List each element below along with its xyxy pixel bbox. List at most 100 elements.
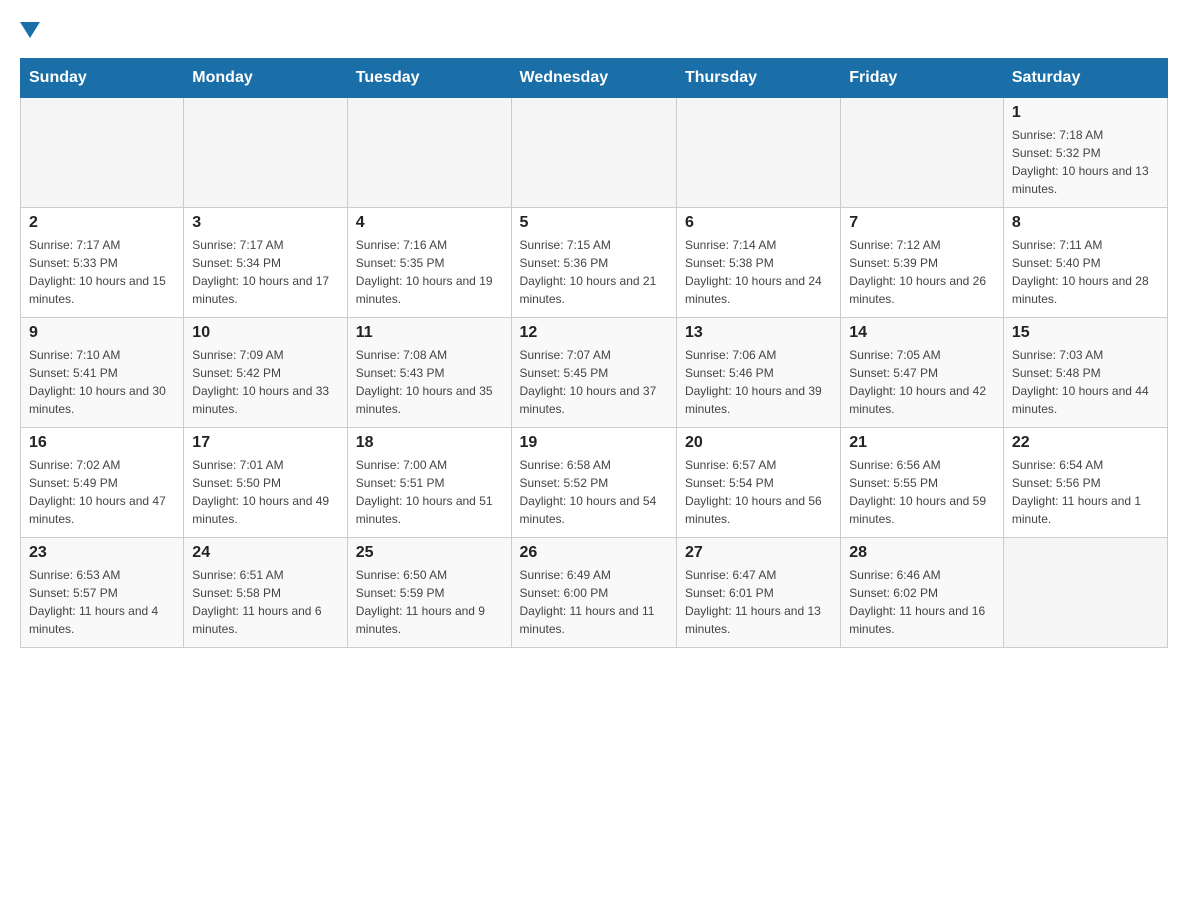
logo <box>20 20 40 38</box>
calendar-cell: 25 Sunrise: 6:50 AM Sunset: 5:59 PM Dayli… <box>347 538 511 648</box>
day-info: Sunrise: 7:15 AM Sunset: 5:36 PM Dayligh… <box>520 236 668 308</box>
day-info: Sunrise: 6:54 AM Sunset: 5:56 PM Dayligh… <box>1012 456 1159 528</box>
calendar-cell: 7Sunrise: 7:12 AM Sunset: 5:39 PM Daylig… <box>841 208 1004 318</box>
day-number: 7 <box>849 214 995 232</box>
calendar-cell: 2 Sunrise: 7:17 AM Sunset: 5:33 PM Daylig… <box>21 208 184 318</box>
day-number: 25 <box>356 544 503 562</box>
calendar-header-row: SundayMondayTuesdayWednesdayThursdayFrid… <box>21 59 1168 98</box>
day-of-week-header: Wednesday <box>511 59 676 98</box>
day-info: Sunrise: 7:02 AM Sunset: 5:49 PM Dayligh… <box>29 456 175 528</box>
day-of-week-header: Sunday <box>21 59 184 98</box>
day-info: Sunrise: 6:47 AM Sunset: 6:01 PM Dayligh… <box>685 566 832 638</box>
day-number: 11 <box>356 324 503 342</box>
day-number: 20 <box>685 434 832 452</box>
day-info: Sunrise: 7:01 AM Sunset: 5:50 PM Dayligh… <box>192 456 338 528</box>
calendar-cell <box>21 98 184 208</box>
calendar-cell: 14 Sunrise: 7:05 AM Sunset: 5:47 PM Dayli… <box>841 318 1004 428</box>
day-number: 22 <box>1012 434 1159 452</box>
calendar-cell: 26 Sunrise: 6:49 AM Sunset: 6:00 PM Dayli… <box>511 538 676 648</box>
calendar-week-row: 1 Sunrise: 7:18 AM Sunset: 5:32 PM Daylig… <box>21 98 1168 208</box>
day-info: Sunrise: 7:16 AM Sunset: 5:35 PM Dayligh… <box>356 236 503 308</box>
calendar-cell: 12 Sunrise: 7:07 AM Sunset: 5:45 PM Dayli… <box>511 318 676 428</box>
day-number: 1 <box>1012 104 1159 122</box>
calendar-cell: 18Sunrise: 7:00 AM Sunset: 5:51 PM Dayli… <box>347 428 511 538</box>
day-number: 2 <box>29 214 175 232</box>
day-of-week-header: Friday <box>841 59 1004 98</box>
day-number: 4 <box>356 214 503 232</box>
day-number: 6 <box>685 214 832 232</box>
day-number: 16 <box>29 434 175 452</box>
day-info: Sunrise: 7:17 AM Sunset: 5:33 PM Dayligh… <box>29 236 175 308</box>
day-info: Sunrise: 7:10 AM Sunset: 5:41 PM Dayligh… <box>29 346 175 418</box>
day-number: 5 <box>520 214 668 232</box>
day-number: 15 <box>1012 324 1159 342</box>
day-info: Sunrise: 6:53 AM Sunset: 5:57 PM Dayligh… <box>29 566 175 638</box>
day-info: Sunrise: 6:56 AM Sunset: 5:55 PM Dayligh… <box>849 456 995 528</box>
logo-arrow-icon <box>20 22 40 38</box>
calendar-cell: 8Sunrise: 7:11 AM Sunset: 5:40 PM Daylig… <box>1003 208 1167 318</box>
calendar-cell: 28 Sunrise: 6:46 AM Sunset: 6:02 PM Dayli… <box>841 538 1004 648</box>
calendar-table: SundayMondayTuesdayWednesdayThursdayFrid… <box>20 58 1168 648</box>
calendar-week-row: 23 Sunrise: 6:53 AM Sunset: 5:57 PM Dayli… <box>21 538 1168 648</box>
calendar-cell: 17 Sunrise: 7:01 AM Sunset: 5:50 PM Dayli… <box>184 428 347 538</box>
calendar-cell: 27 Sunrise: 6:47 AM Sunset: 6:01 PM Dayli… <box>676 538 840 648</box>
day-number: 23 <box>29 544 175 562</box>
calendar-cell: 24 Sunrise: 6:51 AM Sunset: 5:58 PM Dayli… <box>184 538 347 648</box>
calendar-cell: 5 Sunrise: 7:15 AM Sunset: 5:36 PM Daylig… <box>511 208 676 318</box>
day-of-week-header: Saturday <box>1003 59 1167 98</box>
calendar-cell <box>511 98 676 208</box>
day-info: Sunrise: 7:17 AM Sunset: 5:34 PM Dayligh… <box>192 236 338 308</box>
day-info: Sunrise: 7:05 AM Sunset: 5:47 PM Dayligh… <box>849 346 995 418</box>
calendar-cell: 3 Sunrise: 7:17 AM Sunset: 5:34 PM Daylig… <box>184 208 347 318</box>
day-info: Sunrise: 6:49 AM Sunset: 6:00 PM Dayligh… <box>520 566 668 638</box>
day-info: Sunrise: 6:46 AM Sunset: 6:02 PM Dayligh… <box>849 566 995 638</box>
page-header <box>20 20 1168 38</box>
day-number: 3 <box>192 214 338 232</box>
calendar-cell <box>347 98 511 208</box>
calendar-cell <box>184 98 347 208</box>
day-info: Sunrise: 7:00 AM Sunset: 5:51 PM Dayligh… <box>356 456 503 528</box>
calendar-cell: 21 Sunrise: 6:56 AM Sunset: 5:55 PM Dayli… <box>841 428 1004 538</box>
day-info: Sunrise: 7:14 AM Sunset: 5:38 PM Dayligh… <box>685 236 832 308</box>
calendar-cell: 13 Sunrise: 7:06 AM Sunset: 5:46 PM Dayli… <box>676 318 840 428</box>
calendar-week-row: 16 Sunrise: 7:02 AM Sunset: 5:49 PM Dayli… <box>21 428 1168 538</box>
day-info: Sunrise: 7:06 AM Sunset: 5:46 PM Dayligh… <box>685 346 832 418</box>
calendar-cell <box>1003 538 1167 648</box>
day-info: Sunrise: 6:58 AM Sunset: 5:52 PM Dayligh… <box>520 456 668 528</box>
day-number: 13 <box>685 324 832 342</box>
day-number: 10 <box>192 324 338 342</box>
day-info: Sunrise: 7:07 AM Sunset: 5:45 PM Dayligh… <box>520 346 668 418</box>
calendar-cell <box>841 98 1004 208</box>
calendar-cell: 11 Sunrise: 7:08 AM Sunset: 5:43 PM Dayli… <box>347 318 511 428</box>
calendar-cell: 16 Sunrise: 7:02 AM Sunset: 5:49 PM Dayli… <box>21 428 184 538</box>
day-info: Sunrise: 6:50 AM Sunset: 5:59 PM Dayligh… <box>356 566 503 638</box>
day-number: 17 <box>192 434 338 452</box>
calendar-cell: 22 Sunrise: 6:54 AM Sunset: 5:56 PM Dayli… <box>1003 428 1167 538</box>
day-info: Sunrise: 6:57 AM Sunset: 5:54 PM Dayligh… <box>685 456 832 528</box>
day-number: 27 <box>685 544 832 562</box>
calendar-week-row: 9 Sunrise: 7:10 AM Sunset: 5:41 PM Daylig… <box>21 318 1168 428</box>
day-info: Sunrise: 7:08 AM Sunset: 5:43 PM Dayligh… <box>356 346 503 418</box>
day-number: 8 <box>1012 214 1159 232</box>
calendar-cell: 19Sunrise: 6:58 AM Sunset: 5:52 PM Dayli… <box>511 428 676 538</box>
calendar-cell: 23 Sunrise: 6:53 AM Sunset: 5:57 PM Dayli… <box>21 538 184 648</box>
day-of-week-header: Monday <box>184 59 347 98</box>
calendar-cell: 4 Sunrise: 7:16 AM Sunset: 5:35 PM Daylig… <box>347 208 511 318</box>
day-number: 21 <box>849 434 995 452</box>
calendar-cell: 20 Sunrise: 6:57 AM Sunset: 5:54 PM Dayli… <box>676 428 840 538</box>
calendar-week-row: 2 Sunrise: 7:17 AM Sunset: 5:33 PM Daylig… <box>21 208 1168 318</box>
day-number: 14 <box>849 324 995 342</box>
day-number: 28 <box>849 544 995 562</box>
day-number: 24 <box>192 544 338 562</box>
day-number: 9 <box>29 324 175 342</box>
day-of-week-header: Tuesday <box>347 59 511 98</box>
calendar-cell: 1 Sunrise: 7:18 AM Sunset: 5:32 PM Daylig… <box>1003 98 1167 208</box>
day-number: 12 <box>520 324 668 342</box>
calendar-cell: 15Sunrise: 7:03 AM Sunset: 5:48 PM Dayli… <box>1003 318 1167 428</box>
day-info: Sunrise: 6:51 AM Sunset: 5:58 PM Dayligh… <box>192 566 338 638</box>
day-number: 26 <box>520 544 668 562</box>
day-of-week-header: Thursday <box>676 59 840 98</box>
calendar-cell <box>676 98 840 208</box>
day-info: Sunrise: 7:18 AM Sunset: 5:32 PM Dayligh… <box>1012 126 1159 198</box>
day-info: Sunrise: 7:09 AM Sunset: 5:42 PM Dayligh… <box>192 346 338 418</box>
